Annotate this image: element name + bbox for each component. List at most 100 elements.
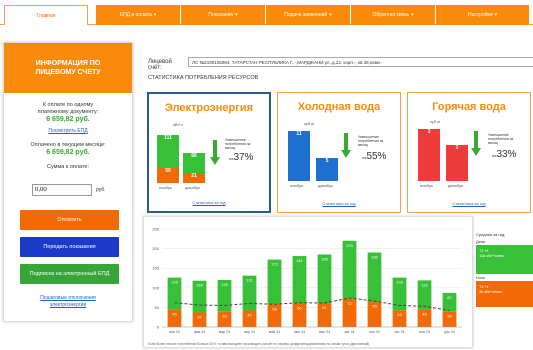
account-info-panel: ИНФОРМАЦИЯ ПО ЛИЦЕВОМУ СЧЕТУ К оплате по… [3, 42, 133, 322]
electricity-card[interactable]: Электроэнергия кВт*ч 111 50 66 21 ноябрь… [147, 92, 271, 213]
chart-footnote: Если более ночное потребление больше 30%… [148, 342, 370, 346]
amount-input[interactable] [32, 184, 92, 196]
bar-november-night: 50 [157, 168, 179, 183]
hot-water-card[interactable]: Горячая вода куб.м 3 2 ноябрь декабрь Ум… [407, 92, 531, 213]
decrease-arrow-icon [213, 140, 217, 157]
x-tick-label: ноя 24 [419, 330, 430, 334]
card-title: Холодная вода [297, 101, 381, 113]
paid-sum: 6 659,82 руб. [46, 149, 90, 156]
account-label: Лицевой счёт: [148, 59, 172, 71]
bar-night-label: 43 [397, 312, 402, 317]
x-tick-label: дек 24 [444, 330, 454, 334]
yearly-consumption-chart: 0 50 100 150 200 250 126 45 янв 24 118 37 фев 24 120… [143, 216, 473, 348]
bar-day-label: 190 [371, 255, 378, 260]
bar-day-label: 172 [271, 262, 278, 267]
tab-applications[interactable]: Подача заявлений ▾ [266, 5, 350, 25]
x-tick-label: янв 24 [169, 330, 180, 334]
account-select[interactable]: ЛС №2190105084, ТАТАРСТАН РЕСПУБЛИКА Г.,… [188, 57, 533, 67]
bar-day [342, 240, 357, 299]
bar-night-label: 65 [372, 304, 377, 309]
bar-december: 5 [316, 158, 338, 181]
outage-link[interactable]: Пошаговые отключения электроэнергии [4, 295, 132, 309]
tab-epd-payment[interactable]: ЕПД и оплата ▾ [96, 5, 180, 25]
chevron-down-icon: ▾ [494, 12, 498, 18]
bar-night-label: 45 [172, 311, 177, 316]
bar-day-label: 185 [321, 256, 328, 261]
bar-day [317, 254, 332, 304]
x-tick-label: фев 24 [194, 330, 206, 334]
epd-subscription-button[interactable]: Подписка на электронный ЕПД [20, 264, 119, 284]
decrease-arrow-icon [344, 133, 348, 150]
decrease-percent: на37% [229, 152, 254, 163]
amount-unit: руб. [96, 187, 106, 193]
x-tick-label: мар 24 [219, 330, 230, 334]
paid-label: Оплачено в текущем месяце: [30, 142, 106, 148]
legend-night-box: Т2 % 36 кВт*ч/мес [476, 281, 533, 307]
x-tick-label: июн 24 [294, 330, 305, 334]
card-title: Электроэнергия [164, 102, 254, 114]
submit-readings-button[interactable]: Передать показания [20, 237, 119, 257]
y-tick-label: 100 [152, 285, 159, 290]
tab-readings[interactable]: Показания ▾ [181, 5, 265, 25]
decrease-arrow-head [471, 148, 481, 156]
decrease-text: Уменьшение потребления за месяц [225, 138, 251, 150]
legend-day-box: Т1 % 118 кВт*ч/мес [476, 245, 533, 274]
bar-day [367, 252, 382, 302]
stats-title: СТАТИСТИКА ПОТРЕБЛЕНИЯ РЕСУРСОВ [148, 75, 259, 81]
amount-row: руб. [32, 184, 106, 196]
bar-december-day: 66 [183, 153, 205, 173]
year-stats-link[interactable]: Статистика за год [408, 201, 530, 206]
card-title: Горячая вода [432, 101, 506, 113]
tab-feedback[interactable]: Обратная связь ▾ [351, 5, 435, 25]
bar-day-label: 118 [196, 283, 203, 288]
month-label: декабрь [318, 183, 334, 188]
y-tick-label: 50 [155, 305, 160, 310]
month-label: ноябрь [159, 185, 173, 190]
unit-label: куб.м [304, 121, 314, 126]
cold-water-card[interactable]: Холодная вода куб.м 11 5 ноябрь декабрь … [277, 92, 401, 213]
to-pay-sum: 6 659,82 руб. [46, 116, 90, 123]
year-stats-link[interactable]: Статистика за год [149, 200, 269, 205]
x-tick-label: июл 24 [319, 330, 330, 334]
bar-day-label: 220 [346, 243, 353, 248]
bar-day-label: 87 [447, 295, 452, 300]
pay-button[interactable]: Оплатить [20, 210, 119, 230]
x-tick-label: сен 24 [369, 330, 380, 334]
bar-november: 11 [288, 131, 310, 181]
account-summary: К оплате по одному платежному документу:… [4, 93, 132, 171]
x-tick-label: апр 24 [244, 330, 255, 334]
bar-november-day: 111 [157, 135, 179, 168]
legend-title: Средняя за год: [476, 232, 506, 237]
bar-day-label: 126 [396, 280, 403, 285]
chevron-down-icon: ▾ [329, 12, 332, 18]
month-label: ноябрь [290, 183, 304, 188]
bar-day-label: 181 [296, 258, 303, 263]
view-epd-link[interactable]: Посмотреть ЕПД [4, 128, 132, 134]
year-stats-link[interactable]: Статистика за год [278, 201, 400, 206]
bar-december: 2 [446, 145, 468, 181]
x-tick-label: май 24 [269, 330, 280, 334]
y-tick-label: 150 [152, 266, 159, 271]
bar-night-label: 60 [297, 305, 302, 310]
account-info-header: ИНФОРМАЦИЯ ПО ЛИЦЕВОМУ СЧЕТУ [4, 43, 132, 93]
bar-night-label: 42 [247, 313, 252, 318]
decrease-arrow-head [210, 157, 220, 165]
tab-home[interactable]: Главная [4, 5, 88, 25]
tab-settings[interactable]: Настройки ▾ [436, 5, 529, 25]
decrease-percent: на55% [362, 151, 387, 162]
y-tick-label: 250 [152, 227, 159, 232]
bar-night-label: 37 [197, 314, 202, 319]
to-pay-label: К оплате по одному платежному документу: [37, 102, 99, 115]
decrease-percent: на33% [492, 149, 517, 160]
x-tick-label: авг 24 [345, 330, 355, 334]
yearly-chart-svg: 0 50 100 150 200 250 126 45 янв 24 118 37 фев 24 120… [148, 227, 462, 346]
unit-label: кВт*ч [173, 122, 183, 127]
legend-day-label: День [476, 239, 486, 244]
bar-night-label: 58 [272, 306, 277, 311]
decrease-text: Уменьшение потребления за месяц [358, 135, 384, 147]
chevron-down-icon: ▾ [235, 12, 238, 18]
bar-day-label: 126 [171, 280, 178, 285]
bar-night-label: 39 [447, 314, 452, 319]
month-label: декабрь [185, 185, 201, 190]
bar-night-label: 61 [322, 305, 327, 310]
